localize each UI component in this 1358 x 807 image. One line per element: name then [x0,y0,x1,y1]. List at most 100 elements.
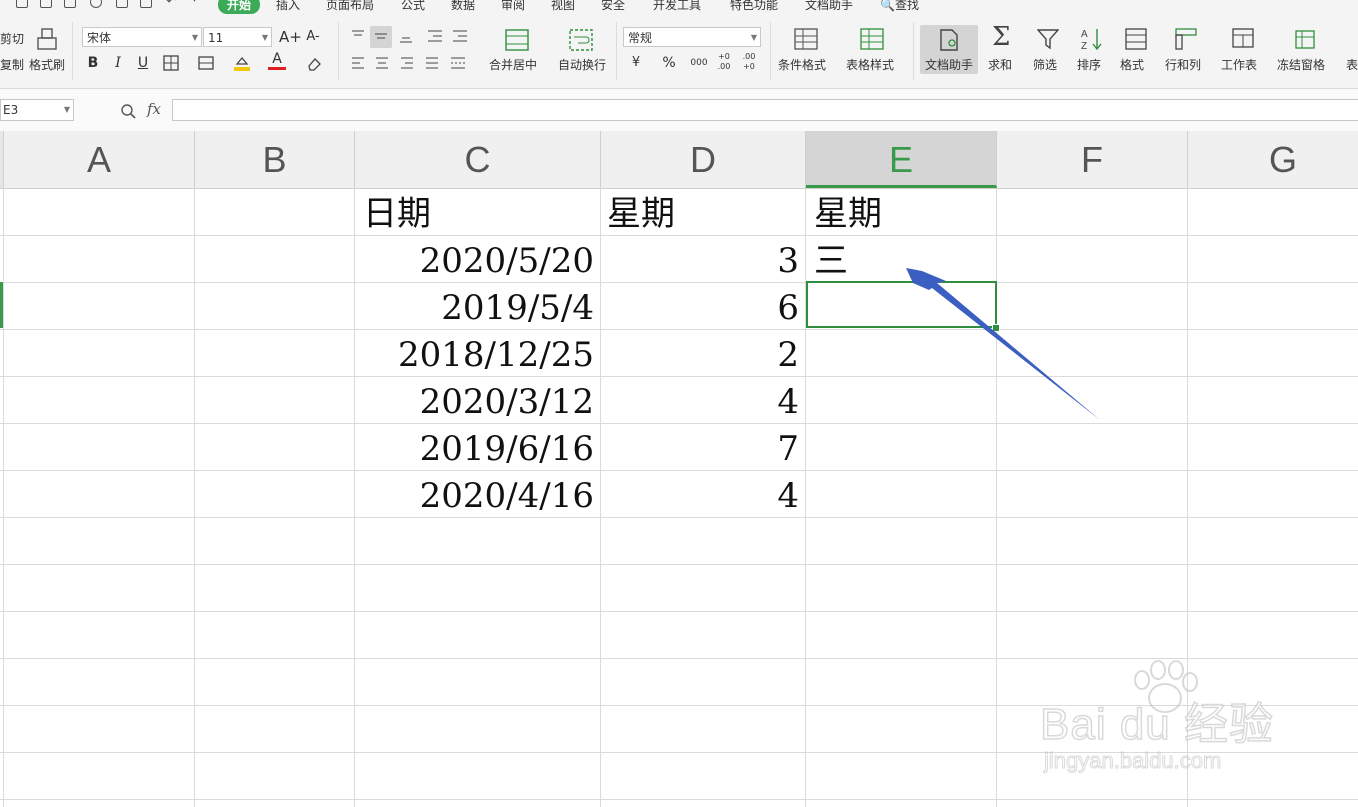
percent-button[interactable]: % [660,54,678,72]
justify-icon[interactable] [425,56,439,70]
font-color-button[interactable]: A [268,52,286,70]
tab-start[interactable]: 开始 [218,0,261,14]
row-col-icon[interactable] [1175,28,1197,50]
align-left-icon[interactable] [351,56,365,70]
merge-center-button[interactable]: 合并居中 [489,56,537,73]
cell-c3[interactable]: 2019/5/4 [355,283,600,329]
name-box[interactable]: E3 ▼ [0,99,74,121]
freeze-panes-icon[interactable] [1293,26,1317,50]
table-tools-button[interactable]: 表 [1346,56,1358,73]
cell-c6[interactable]: 2019/6/16 [355,424,600,470]
currency-button[interactable]: ¥ [627,54,645,72]
print-icon[interactable] [116,0,128,8]
increase-decimal-button[interactable]: +0 .00 [713,52,735,72]
cell-d4[interactable]: 2 [601,330,805,376]
cut-button[interactable]: 剪切 [0,30,24,47]
align-bottom-icon[interactable] [399,29,413,43]
save-icon[interactable] [64,0,76,8]
open-file-icon[interactable] [40,0,52,8]
column-header-a[interactable]: A [4,131,195,188]
cell-d7[interactable]: 4 [601,471,805,517]
sum-button[interactable]: 求和 [988,56,1012,73]
format-painter-icon[interactable] [36,27,58,51]
conditional-format-button[interactable]: 条件格式 [778,56,826,73]
fill-pattern-icon[interactable] [198,55,214,71]
thousands-separator-button[interactable]: 000 [688,54,710,72]
cell-e2[interactable]: 三 [806,236,996,282]
column-header-e[interactable]: E [806,131,997,188]
tab-review[interactable]: 审阅 [501,0,525,13]
align-center-icon[interactable] [375,56,389,70]
align-middle-icon[interactable] [374,29,388,43]
grow-font-button[interactable]: A+ [279,28,302,46]
tab-formulas[interactable]: 公式 [401,0,425,13]
undo-icon[interactable]: ↶ [166,0,177,9]
filter-icon[interactable] [1037,28,1059,50]
search-command[interactable]: 🔍查找 [880,0,919,13]
zoom-search-icon[interactable] [120,103,136,119]
column-header-c[interactable]: C [355,131,601,188]
decrease-decimal-button[interactable]: .00 +0 [738,52,760,72]
merge-center-icon[interactable] [505,28,529,52]
filter-button[interactable]: 筛选 [1033,56,1057,73]
table-style-button[interactable]: 表格样式 [846,56,894,73]
borders-icon[interactable] [163,55,179,71]
export-icon[interactable] [90,0,102,8]
table-style-icon[interactable] [860,28,884,50]
number-format-select[interactable]: 常规 ▼ [623,27,761,47]
bold-button[interactable]: B [84,54,102,72]
column-header-f[interactable]: F [997,131,1188,188]
worksheet-button[interactable]: 工作表 [1221,56,1257,73]
cell-c2[interactable]: 2020/5/20 [355,236,600,282]
tab-data[interactable]: 数据 [451,0,475,13]
row-col-button[interactable]: 行和列 [1165,56,1201,73]
format-icon[interactable] [1125,28,1147,50]
clear-format-icon[interactable] [306,55,322,71]
font-size-select[interactable]: 11 ▼ [203,27,272,47]
cell-d2[interactable]: 3 [601,236,805,282]
sum-icon[interactable]: Σ [992,22,1010,52]
tab-insert[interactable]: 插入 [276,0,300,13]
cell-d6[interactable]: 7 [601,424,805,470]
formula-input[interactable] [172,99,1358,121]
print-preview-icon[interactable] [140,0,152,8]
cell-c4[interactable]: 2018/12/25 [355,330,600,376]
fill-handle[interactable] [992,324,1000,332]
doc-assistant-icon[interactable] [939,28,959,52]
italic-button[interactable]: I [109,54,127,72]
worksheet-icon[interactable] [1232,28,1254,50]
cell-c1[interactable]: 日期 [355,189,600,235]
sort-icon[interactable]: AZ [1080,27,1104,51]
tab-doc-assistant[interactable]: 文档助手 [805,0,853,13]
column-header-d[interactable]: D [601,131,806,188]
freeze-panes-button[interactable]: 冻结窗格 [1277,56,1325,73]
sort-button[interactable]: 排序 [1077,56,1101,73]
tab-page-layout[interactable]: 页面布局 [326,0,374,13]
shrink-font-button[interactable]: A- [304,28,322,46]
tab-security[interactable]: 安全 [601,0,625,13]
tab-developer[interactable]: 开发工具 [653,0,701,13]
fx-label[interactable]: fx [147,100,161,118]
font-name-select[interactable]: 宋体 ▼ [82,27,202,47]
copy-button[interactable]: 复制 [0,56,24,73]
format-button[interactable]: 格式 [1120,56,1144,73]
align-top-icon[interactable] [351,29,365,43]
column-header-b[interactable]: B [195,131,355,188]
column-header-g[interactable]: G [1188,131,1358,188]
cell-c7[interactable]: 2020/4/16 [355,471,600,517]
decrease-indent-icon[interactable] [427,29,443,43]
cell-e1[interactable]: 星期 [806,189,996,235]
conditional-format-icon[interactable] [794,28,818,50]
cell-d5[interactable]: 4 [601,377,805,423]
wrap-text-button[interactable]: 自动换行 [558,56,606,73]
increase-indent-icon[interactable] [452,29,468,43]
doc-assistant-button[interactable]: 文档助手 [925,56,973,73]
underline-button[interactable]: U [134,54,152,72]
new-file-icon[interactable] [16,0,28,8]
active-cell-e3[interactable] [806,281,997,328]
customize-dropdown-icon[interactable]: ▾ [192,0,197,5]
distributed-align-icon[interactable] [450,56,466,70]
cell-c5[interactable]: 2020/3/12 [355,377,600,423]
cell-d3[interactable]: 6 [601,283,805,329]
wrap-text-icon[interactable] [569,28,593,52]
